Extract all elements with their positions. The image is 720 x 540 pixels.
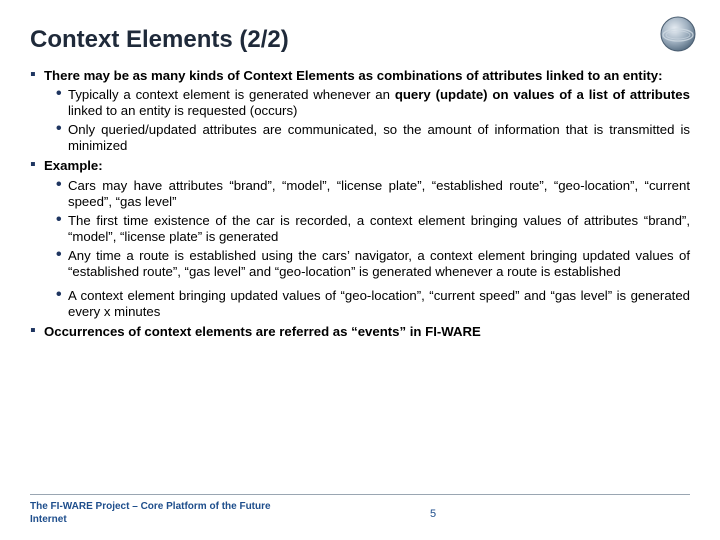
slide-title: Context Elements (2/2) [30, 26, 690, 54]
footer-project-name: The FI-WARE Project – Core Platform of t… [30, 501, 310, 526]
dot-bullet-icon: • [56, 87, 68, 119]
slide-body: ▪ There may be as many kinds of Context … [30, 68, 690, 340]
footer: The FI-WARE Project – Core Platform of t… [30, 494, 690, 526]
square-bullet-icon: ▪ [30, 68, 38, 82]
bullet-level2: • Typically a context element is generat… [56, 87, 690, 119]
bullet-text: The first time existence of the car is r… [68, 213, 690, 245]
square-bullet-icon: ▪ [30, 324, 38, 338]
slide: Context Elements (2/2) ▪ There may be as… [0, 0, 720, 540]
bullet-level1: ▪ There may be as many kinds of Context … [30, 68, 690, 84]
bullet-level2: • Cars may have attributes “brand”, “mod… [56, 178, 690, 210]
bullet-level2: • Only queried/updated attributes are co… [56, 122, 690, 154]
bullet-level1: ▪ Occurrences of context elements are re… [30, 324, 690, 340]
globe-logo-icon [658, 14, 698, 54]
bullet-text: Only queried/updated attributes are comm… [68, 122, 690, 154]
bullet-text: Example: [44, 158, 690, 174]
bullet-text: Any time a route is established using th… [68, 248, 690, 280]
footer-divider [30, 494, 690, 495]
page-number: 5 [430, 508, 436, 520]
bullet-text: Occurrences of context elements are refe… [44, 324, 690, 340]
bullet-text: Typically a context element is generated… [68, 87, 690, 119]
dot-bullet-icon: • [56, 288, 68, 320]
bullet-text: A context element bringing updated value… [68, 288, 690, 320]
dot-bullet-icon: • [56, 178, 68, 210]
bullet-text: Cars may have attributes “brand”, “model… [68, 178, 690, 210]
bullet-level2: • Any time a route is established using … [56, 248, 690, 280]
square-bullet-icon: ▪ [30, 158, 38, 172]
dot-bullet-icon: • [56, 122, 68, 154]
dot-bullet-icon: • [56, 248, 68, 280]
dot-bullet-icon: • [56, 213, 68, 245]
bullet-level2: • A context element bringing updated val… [56, 288, 690, 320]
bullet-text: There may be as many kinds of Context El… [44, 68, 690, 84]
bullet-level1: ▪ Example: [30, 158, 690, 174]
bullet-level2: • The first time existence of the car is… [56, 213, 690, 245]
